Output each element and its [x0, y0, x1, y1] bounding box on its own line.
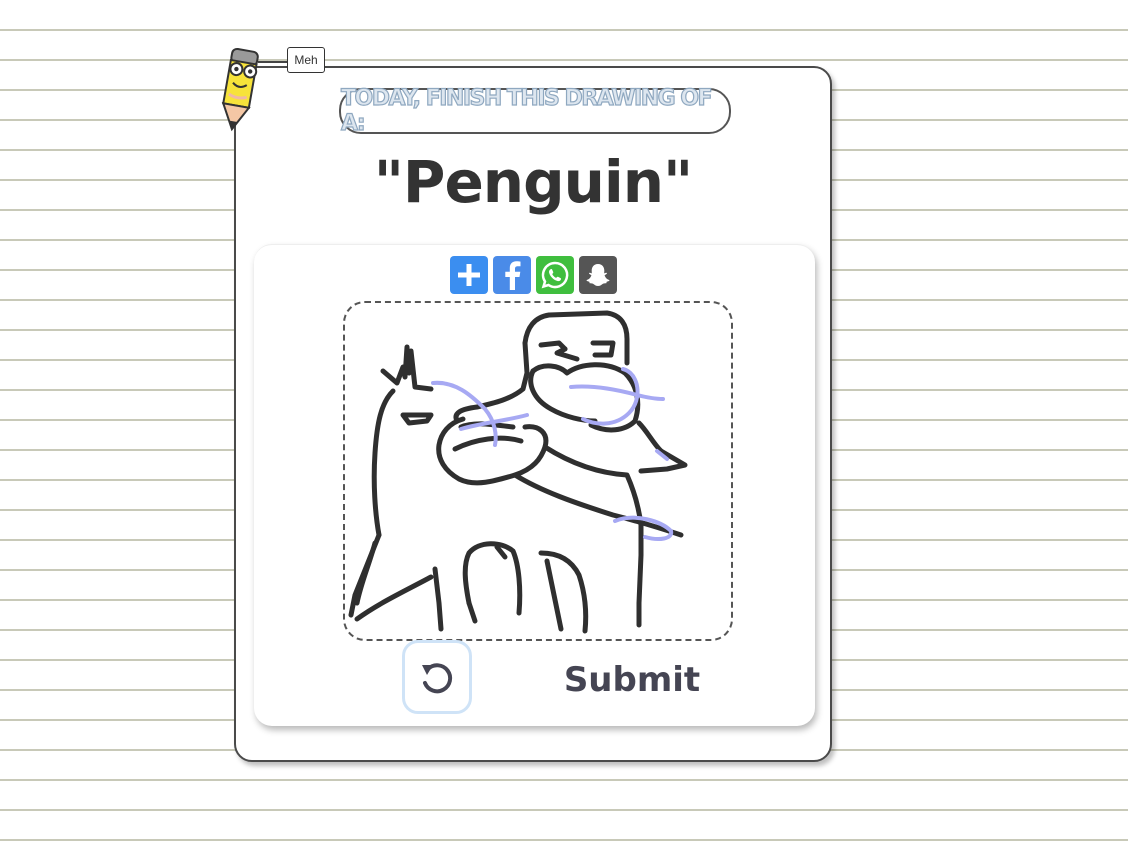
drawing-strokes — [348, 310, 688, 634]
plus-icon — [458, 264, 480, 286]
share-facebook-button[interactable] — [493, 256, 531, 294]
whatsapp-icon — [541, 261, 569, 289]
prompt-banner: TODAY, FINISH THIS DRAWING OF A: — [339, 85, 731, 137]
share-whatsapp-button[interactable] — [536, 256, 574, 294]
share-buttons — [450, 256, 617, 294]
drawing-card: TODAY, FINISH THIS DRAWING OF A: "Pengui… — [234, 66, 832, 762]
share-plus-button[interactable] — [450, 256, 488, 294]
drawing-panel: Submit — [254, 244, 815, 726]
mood-label: Meh — [287, 47, 325, 73]
facebook-icon — [505, 261, 521, 290]
drawing-word-title: "Penguin" — [373, 148, 694, 216]
undo-icon — [422, 663, 453, 694]
share-snapchat-button[interactable] — [579, 256, 617, 294]
snapchat-icon — [586, 264, 610, 286]
drawing-canvas[interactable] — [343, 301, 733, 641]
pencil-mascot-icon — [212, 44, 268, 134]
undo-button[interactable] — [402, 640, 472, 714]
submit-button[interactable]: Submit — [552, 655, 712, 705]
